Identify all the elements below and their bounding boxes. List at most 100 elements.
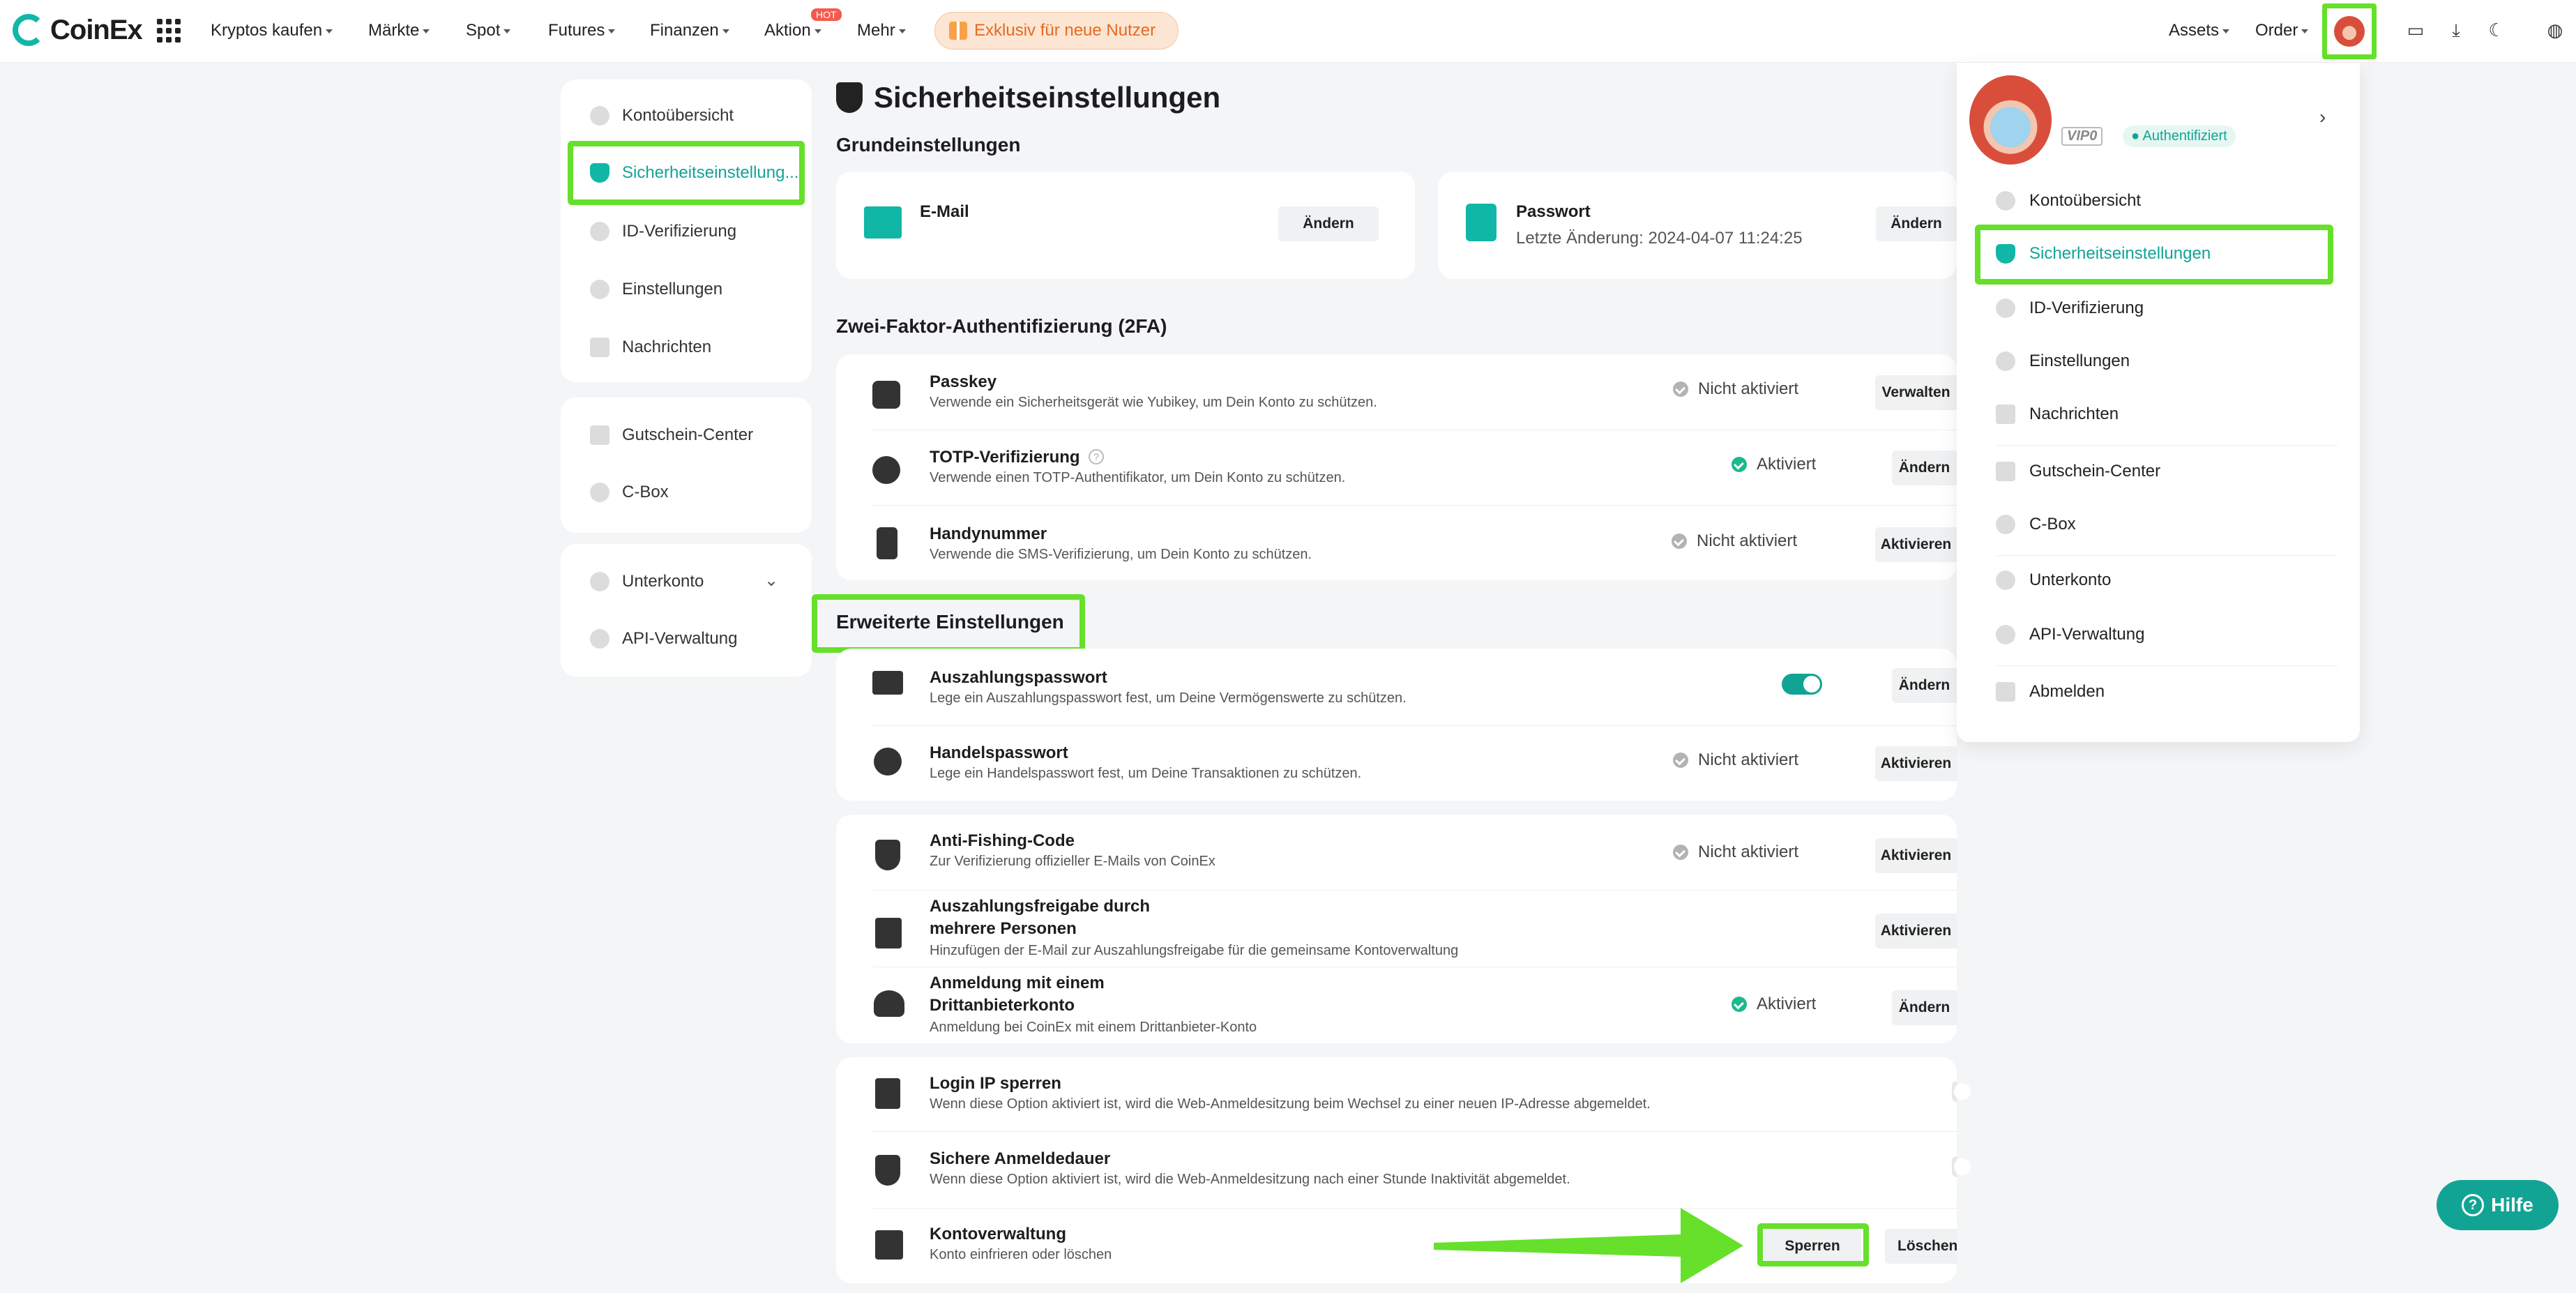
session-duration-desc: Wenn diese Option aktiviert ist, wird di… bbox=[930, 1172, 1570, 1187]
sidebar-item-nachrichten[interactable]: Nachrichten bbox=[590, 338, 711, 357]
menu-item-gutschein-center[interactable]: Gutschein-Center bbox=[1996, 462, 2160, 481]
sidebar-item-kontouebersicht[interactable]: Kontoübersicht bbox=[590, 106, 734, 126]
help-button[interactable]: ? Hilfe bbox=[2437, 1180, 2559, 1230]
status-check-icon bbox=[1672, 534, 1687, 549]
totp-change-button[interactable]: Ändern bbox=[1892, 451, 1957, 485]
menu-item-nachrichten[interactable]: Nachrichten bbox=[1996, 404, 2119, 424]
help-question-icon[interactable]: ? bbox=[1089, 449, 1104, 464]
sidebar-item-label: Kontoübersicht bbox=[622, 106, 734, 125]
third-party-change-button[interactable]: Ändern bbox=[1892, 990, 1957, 1025]
chevron-down-icon[interactable]: ⌄ bbox=[764, 570, 778, 591]
subaccount-icon bbox=[590, 572, 609, 591]
divider bbox=[1996, 555, 2338, 556]
user-avatar-button[interactable] bbox=[2322, 3, 2377, 59]
sidebar-item-gutschein-center[interactable]: Gutschein-Center bbox=[590, 425, 753, 445]
verified-badge-text: Authentifiziert bbox=[2142, 128, 2227, 144]
sidebar-item-api-verwaltung[interactable]: API-Verwaltung bbox=[590, 629, 737, 649]
password-last-change: Letzte Änderung: 2024-04-07 11:24:25 bbox=[1516, 229, 1803, 248]
account-management-icon bbox=[875, 1230, 903, 1260]
coupon-icon bbox=[1996, 462, 2015, 481]
dark-mode-moon-icon[interactable]: ☾ bbox=[2485, 19, 2508, 41]
passkey-lock-icon bbox=[872, 381, 900, 409]
promo-new-users-button[interactable]: Exklusiv für neue Nutzer bbox=[934, 12, 1179, 50]
totp-status: Aktiviert bbox=[1732, 455, 1816, 474]
hot-badge: HOT bbox=[811, 8, 842, 21]
third-party-desc: Anmeldung bei CoinEx mit einem Drittanbi… bbox=[930, 1020, 1257, 1035]
password-label: Passwort bbox=[1516, 202, 1591, 221]
nav-assets[interactable]: Assets bbox=[2169, 21, 2229, 40]
annotation-arrow-icon bbox=[1434, 1208, 1743, 1283]
password-change-button[interactable]: Ändern bbox=[1876, 206, 1957, 241]
apps-grid-icon[interactable] bbox=[157, 19, 181, 43]
account-management-desc: Konto einfrieren oder löschen bbox=[930, 1247, 1112, 1262]
multi-approval-title-line1: Auszahlungsfreigabe durch bbox=[930, 897, 1151, 916]
phone-desc: Verwende die SMS-Verifizierung, um Dein … bbox=[930, 547, 1312, 562]
chat-icon[interactable]: ▭ bbox=[2404, 19, 2427, 41]
multi-approval-activate-button[interactable]: Aktivieren bbox=[1875, 914, 1957, 948]
menu-item-unterkonto[interactable]: Unterkonto bbox=[1996, 570, 2111, 590]
menu-item-api-verwaltung[interactable]: API-Verwaltung bbox=[1996, 625, 2144, 644]
divider bbox=[1996, 445, 2338, 446]
sidebar-group-rewards: Gutschein-Center C-Box bbox=[561, 398, 812, 533]
sidebar-item-label: Einstellungen bbox=[622, 280, 723, 298]
account-delete-button[interactable]: Löschen bbox=[1885, 1229, 1957, 1264]
page-title: Sicherheitseinstellungen bbox=[836, 81, 1220, 114]
menu-item-c-box[interactable]: C-Box bbox=[1996, 515, 2076, 534]
nav-spot[interactable]: Spot bbox=[466, 21, 510, 40]
nav-futures[interactable]: Futures bbox=[548, 21, 615, 40]
session-shield-icon bbox=[875, 1155, 900, 1186]
login-ip-toggle[interactable] bbox=[1952, 1081, 1971, 1102]
withdraw-password-change-button[interactable]: Ändern bbox=[1892, 668, 1957, 703]
passkey-title: Passkey bbox=[930, 372, 997, 391]
nav-maerkte[interactable]: Märkte bbox=[368, 21, 430, 40]
coinex-logo[interactable]: CoinEx bbox=[13, 14, 143, 46]
sidebar-item-label: C-Box bbox=[622, 483, 669, 501]
email-change-button[interactable]: Ändern bbox=[1278, 206, 1379, 241]
menu-item-abmelden[interactable]: Abmelden bbox=[1996, 682, 2105, 702]
top-navigation: CoinEx Kryptos kaufen Märkte Spot Future… bbox=[0, 0, 2576, 63]
sidebar-item-einstellungen[interactable]: Einstellungen bbox=[590, 280, 722, 299]
nav-order[interactable]: Order bbox=[2255, 21, 2308, 40]
page-title-text: Sicherheitseinstellungen bbox=[874, 81, 1221, 114]
sidebar-item-c-box[interactable]: C-Box bbox=[590, 483, 669, 502]
c-box-icon bbox=[590, 483, 609, 502]
twofa-card: Passkey Verwende ein Sicherheitsgerät wi… bbox=[836, 354, 1957, 580]
download-icon[interactable]: ⤓ bbox=[2445, 19, 2467, 41]
phone-activate-button[interactable]: Aktivieren bbox=[1875, 527, 1957, 562]
divider bbox=[1996, 665, 2338, 666]
anti-phishing-status-text: Nicht aktiviert bbox=[1698, 842, 1799, 861]
passkey-manage-button[interactable]: Verwalten bbox=[1875, 375, 1957, 410]
totp-title: TOTP-Verifizierung bbox=[930, 448, 1080, 467]
trade-password-activate-button[interactable]: Aktivieren bbox=[1875, 746, 1957, 781]
account-management-title: Kontoverwaltung bbox=[930, 1225, 1066, 1243]
nav-mehr[interactable]: Mehr bbox=[857, 21, 906, 40]
menu-item-einstellungen[interactable]: Einstellungen bbox=[1996, 351, 2130, 371]
third-party-title-line2: Drittanbieterkonto bbox=[930, 996, 1075, 1015]
session-duration-toggle[interactable] bbox=[1952, 1156, 1971, 1177]
nav-kryptos-kaufen[interactable]: Kryptos kaufen bbox=[211, 21, 333, 40]
session-duration-title: Sichere Anmeldedauer bbox=[930, 1149, 1111, 1168]
totp-lock-icon bbox=[872, 456, 900, 484]
nav-finanzen[interactable]: Finanzen bbox=[650, 21, 729, 40]
chevron-right-icon[interactable]: › bbox=[2319, 106, 2326, 128]
passkey-status-text: Nicht aktiviert bbox=[1698, 379, 1799, 398]
language-globe-icon[interactable]: ◍ bbox=[2544, 19, 2566, 41]
menu-item-kontouebersicht[interactable]: Kontoübersicht bbox=[1996, 191, 2141, 211]
card-icon bbox=[872, 671, 903, 695]
nav-aktion[interactable]: Aktion bbox=[764, 21, 821, 40]
avatar-icon bbox=[2334, 16, 2365, 47]
phone-status: Nicht aktiviert bbox=[1672, 531, 1797, 551]
sidebar-item-id-verifizierung[interactable]: ID-Verifizierung bbox=[590, 222, 736, 241]
withdraw-password-toggle[interactable] bbox=[1782, 674, 1822, 695]
brand-name: CoinEx bbox=[50, 14, 143, 45]
email-card: E-Mail Ändern bbox=[836, 172, 1415, 279]
settings-icon bbox=[590, 280, 609, 299]
anti-phishing-activate-button[interactable]: Aktivieren bbox=[1875, 838, 1957, 873]
menu-item-id-verifizierung[interactable]: ID-Verifizierung bbox=[1996, 298, 2144, 318]
anti-phishing-shield-icon bbox=[875, 840, 900, 870]
menu-item-label: API-Verwaltung bbox=[2029, 625, 2145, 644]
user-avatar-large bbox=[1969, 75, 2052, 165]
verified-badge: ● Authentifiziert bbox=[2123, 126, 2236, 147]
anti-phishing-title: Anti-Fishing-Code bbox=[930, 831, 1075, 850]
sidebar-item-unterkonto[interactable]: Unterkonto bbox=[590, 572, 704, 591]
